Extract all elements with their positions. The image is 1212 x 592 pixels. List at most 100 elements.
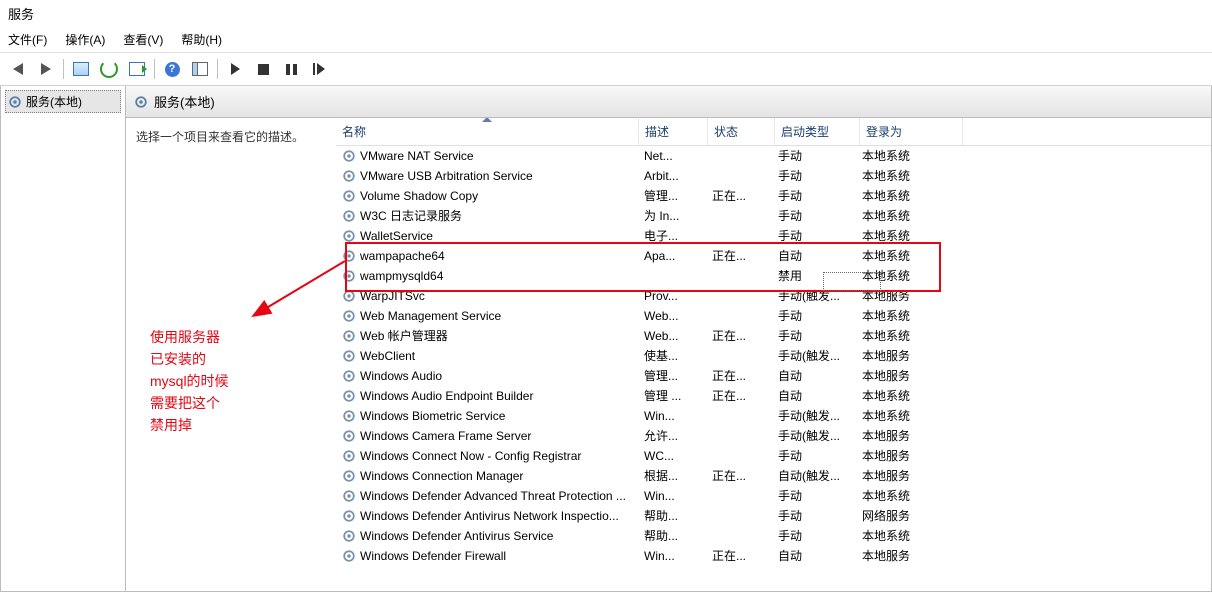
service-name: Windows Biometric Service	[360, 406, 505, 426]
service-row[interactable]: W3C 日志记录服务为 In...手动本地系统	[336, 206, 1211, 226]
stop-service-button[interactable]	[250, 56, 276, 82]
service-name: Windows Defender Firewall	[360, 546, 506, 566]
service-status: 正在...	[706, 466, 772, 486]
restart-service-button[interactable]	[306, 56, 332, 82]
help-button[interactable]: ?	[159, 56, 185, 82]
service-row[interactable]: WarpJITSvcProv...手动(触发...本地服务	[336, 286, 1211, 306]
service-row[interactable]: Windows Defender Antivirus Service帮助...手…	[336, 526, 1211, 546]
service-row[interactable]: Windows Defender Advanced Threat Protect…	[336, 486, 1211, 506]
service-logon: 本地系统	[856, 526, 958, 546]
service-name: WalletService	[360, 226, 433, 246]
service-desc: Web...	[638, 326, 706, 346]
menu-help[interactable]: 帮助(H)	[177, 29, 226, 50]
service-status	[706, 306, 772, 326]
service-row[interactable]: Windows Audio Endpoint Builder管理 ...正在..…	[336, 386, 1211, 406]
column-startup[interactable]: 启动类型	[775, 118, 860, 145]
service-logon: 本地系统	[856, 166, 958, 186]
service-name: W3C 日志记录服务	[360, 206, 462, 226]
service-logon: 本地系统	[856, 206, 958, 226]
toolbar: ?	[0, 53, 1212, 86]
service-logon: 本地系统	[856, 186, 958, 206]
properties-button[interactable]	[187, 56, 213, 82]
service-desc	[638, 266, 706, 286]
menu-view[interactable]: 查看(V)	[119, 29, 167, 50]
sort-asc-icon	[482, 118, 492, 122]
service-row[interactable]: Windows Defender FirewallWin...正在...自动本地…	[336, 546, 1211, 566]
service-startup: 手动(触发...	[772, 286, 856, 306]
gear-icon	[342, 289, 356, 303]
service-logon: 本地系统	[856, 486, 958, 506]
window-title: 服务	[8, 7, 34, 22]
gear-icon	[342, 429, 356, 443]
menu-bar: 文件(F) 操作(A) 查看(V) 帮助(H)	[0, 27, 1212, 53]
service-desc: 管理 ...	[638, 386, 706, 406]
service-status: 正在...	[706, 366, 772, 386]
detail-pane: 选择一个项目来查看它的描述。	[126, 118, 336, 591]
service-startup: 手动	[772, 206, 856, 226]
show-hide-button[interactable]	[68, 56, 94, 82]
detail-text: 选择一个项目来查看它的描述。	[136, 130, 304, 144]
gear-icon	[342, 309, 356, 323]
tree-root-services[interactable]: 服务(本地)	[5, 90, 121, 113]
service-startup: 自动(触发...	[772, 466, 856, 486]
refresh-button[interactable]	[96, 56, 122, 82]
column-name[interactable]: 名称	[336, 118, 639, 145]
column-desc[interactable]: 描述	[639, 118, 708, 145]
service-row[interactable]: Windows Biometric ServiceWin...手动(触发...本…	[336, 406, 1211, 426]
service-desc: Win...	[638, 546, 706, 566]
service-logon: 本地服务	[856, 366, 958, 386]
service-status	[706, 526, 772, 546]
service-row[interactable]: Web Management ServiceWeb...手动本地系统	[336, 306, 1211, 326]
service-startup: 自动	[772, 366, 856, 386]
service-status: 正在...	[706, 246, 772, 266]
service-name: Windows Defender Antivirus Service	[360, 526, 553, 546]
service-name: VMware NAT Service	[360, 146, 474, 166]
service-status	[706, 286, 772, 306]
service-row[interactable]: VMware NAT ServiceNet...手动本地系统	[336, 146, 1211, 166]
service-logon: 本地系统	[856, 246, 958, 266]
properties-icon	[192, 62, 208, 76]
pause-service-button[interactable]	[278, 56, 304, 82]
column-status[interactable]: 状态	[708, 118, 775, 145]
gear-icon	[342, 269, 356, 283]
service-startup: 手动(触发...	[772, 346, 856, 366]
service-desc: 帮助...	[638, 526, 706, 546]
service-row[interactable]: Web 帐户管理器Web...正在...手动本地系统	[336, 326, 1211, 346]
service-name: Windows Audio	[360, 366, 442, 386]
service-startup: 手动	[772, 166, 856, 186]
service-status	[706, 146, 772, 166]
service-row[interactable]: VMware USB Arbitration ServiceArbit...手动…	[336, 166, 1211, 186]
service-row[interactable]: Windows Defender Antivirus Network Inspe…	[336, 506, 1211, 526]
service-startup: 手动(触发...	[772, 426, 856, 446]
service-status	[706, 226, 772, 246]
start-service-button[interactable]	[222, 56, 248, 82]
service-status	[706, 506, 772, 526]
service-row[interactable]: Windows Audio管理...正在...自动本地服务	[336, 366, 1211, 386]
export-button[interactable]	[124, 56, 150, 82]
service-status	[706, 426, 772, 446]
refresh-icon	[100, 60, 118, 78]
service-row[interactable]: wampmysqld64禁用本地系统	[336, 266, 1211, 286]
service-desc: Win...	[638, 486, 706, 506]
service-row[interactable]: Windows Connect Now - Config RegistrarWC…	[336, 446, 1211, 466]
gear-icon	[342, 489, 356, 503]
service-row[interactable]: Windows Connection Manager根据...正在...自动(触…	[336, 466, 1211, 486]
menu-action[interactable]: 操作(A)	[61, 29, 109, 50]
service-row[interactable]: Volume Shadow Copy管理...正在...手动本地系统	[336, 186, 1211, 206]
service-row[interactable]: wampapache64Apa...正在...自动本地系统	[336, 246, 1211, 266]
service-name: wampapache64	[360, 246, 445, 266]
stop-icon	[258, 64, 269, 75]
column-logon[interactable]: 登录为	[860, 118, 963, 145]
service-desc: Web...	[638, 306, 706, 326]
gear-icon	[342, 509, 356, 523]
forward-button[interactable]	[33, 56, 59, 82]
gear-icon	[342, 349, 356, 363]
back-button[interactable]	[5, 56, 31, 82]
service-status: 正在...	[706, 326, 772, 346]
menu-file[interactable]: 文件(F)	[4, 29, 51, 50]
service-row[interactable]: Windows Camera Frame Server允许...手动(触发...…	[336, 426, 1211, 446]
service-startup: 手动	[772, 186, 856, 206]
service-row[interactable]: WalletService电子...手动本地系统	[336, 226, 1211, 246]
service-row[interactable]: WebClient使基...手动(触发...本地服务	[336, 346, 1211, 366]
service-startup: 手动	[772, 446, 856, 466]
